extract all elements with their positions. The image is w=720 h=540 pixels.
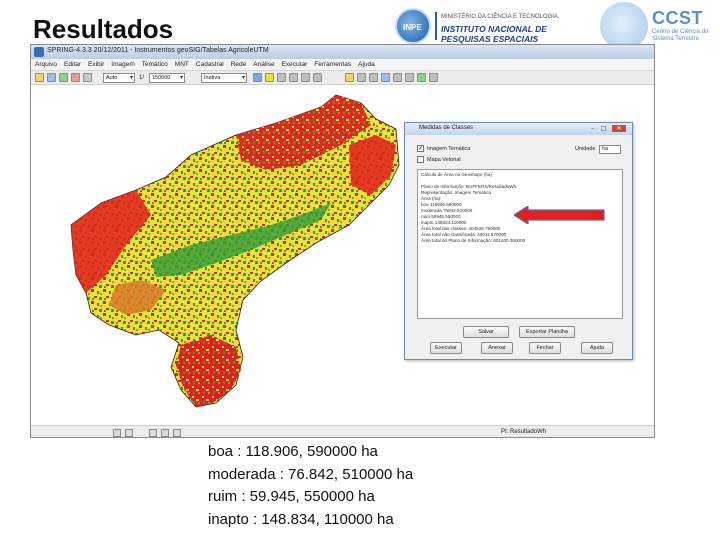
results-summary: boa : 118.906, 590000 ha moderada : 76.8… bbox=[208, 441, 413, 532]
maximize-icon[interactable]: □ bbox=[599, 125, 608, 132]
results-textbox[interactable]: Cálculo de Área no Geoshape (ha) Plano d… bbox=[417, 169, 623, 319]
status-icon-5[interactable] bbox=[173, 429, 181, 437]
slide: Resultados INPE MINISTÉRIO DA CIÊNCIA E … bbox=[0, 0, 720, 540]
result-inapto: inapto : 148.834, 110000 ha bbox=[208, 511, 394, 529]
ajuda-button[interactable]: Ajuda bbox=[581, 342, 613, 354]
select-icon[interactable] bbox=[393, 73, 402, 82]
mapa-vetorial-checkbox[interactable] bbox=[417, 156, 424, 163]
draw-icon[interactable] bbox=[265, 73, 274, 82]
menu-item-editar[interactable]: Editar bbox=[64, 59, 81, 70]
toolbar: Auto 1/ 150000 Inativa bbox=[31, 71, 654, 85]
menu-item-rede[interactable]: Rede bbox=[231, 59, 247, 70]
cursor-icon[interactable] bbox=[405, 73, 414, 82]
menu-item-tematico[interactable]: Temático bbox=[142, 59, 168, 70]
inpe-globe-icon: INPE bbox=[395, 8, 431, 44]
ccst-acronym: CCST bbox=[652, 8, 703, 28]
cursor-mode-select[interactable]: Inativa bbox=[201, 73, 247, 83]
mapa-vetorial-label: Mapa Vetorial bbox=[427, 157, 461, 163]
fechar-button[interactable]: Fechar bbox=[529, 342, 561, 354]
edit-icon[interactable] bbox=[345, 73, 354, 82]
status-icon-1[interactable] bbox=[113, 429, 121, 437]
menu-bar: Arquivo Editar Exibir Imagem Temático MN… bbox=[31, 59, 654, 71]
ccst-logo: CCST Centro de Ciência do Sistema Terres… bbox=[600, 2, 715, 50]
status-icon-4[interactable] bbox=[161, 429, 169, 437]
menu-item-exibir[interactable]: Exibir bbox=[88, 59, 104, 70]
grid-icon[interactable] bbox=[369, 73, 378, 82]
ccst-subtitle: Centro de Ciência do Sistema Terrestre bbox=[652, 29, 709, 42]
menu-item-cadastral[interactable]: Cadastral bbox=[196, 59, 224, 70]
measure-icon[interactable] bbox=[357, 73, 366, 82]
open-folder-icon[interactable] bbox=[35, 73, 44, 82]
left-arrow-icon bbox=[514, 206, 605, 224]
project-icon[interactable] bbox=[59, 73, 68, 82]
info-icon[interactable] bbox=[253, 73, 262, 82]
anexar-button[interactable]: Anexar bbox=[481, 342, 513, 354]
medidas-de-classes-dialog: Medidas de Classes – □ ✕ ✓ Imagem Temáti… bbox=[404, 122, 633, 360]
map-zone-inapto-south bbox=[176, 335, 241, 407]
imagem-tematica-checkbox[interactable]: ✓ bbox=[417, 145, 424, 152]
legend-icon[interactable] bbox=[417, 73, 426, 82]
window-title-bar[interactable]: SPRING-4.3.3 20/12/2011 - Instrumentos g… bbox=[31, 45, 654, 59]
inpe-logo: INPE MINISTÉRIO DA CIÊNCIA E TECNOLOGIA … bbox=[395, 6, 595, 46]
menu-item-executar[interactable]: Executar bbox=[282, 59, 308, 70]
pan-icon[interactable] bbox=[301, 73, 310, 82]
menu-item-analise[interactable]: Análise bbox=[253, 59, 274, 70]
database-icon[interactable] bbox=[47, 73, 56, 82]
executar-button[interactable]: Executar bbox=[430, 342, 462, 354]
dialog-title: Medidas de Classes bbox=[419, 125, 474, 131]
result-boa: boa : 118.906, 590000 ha bbox=[208, 443, 378, 460]
inpe-institute-text: INSTITUTO NACIONAL DE PESQUISAS ESPACIAI… bbox=[441, 24, 547, 44]
menu-item-mnt[interactable]: MNT bbox=[175, 59, 189, 70]
status-icon-2[interactable] bbox=[125, 429, 133, 437]
menu-item-arquivo[interactable]: Arquivo bbox=[35, 59, 57, 70]
scale-prefix: 1/ bbox=[139, 75, 145, 81]
menu-item-ajuda[interactable]: Ajuda bbox=[358, 59, 375, 70]
minimize-icon[interactable]: – bbox=[588, 125, 597, 132]
status-icon-3[interactable] bbox=[149, 429, 157, 437]
refresh-icon[interactable] bbox=[313, 73, 322, 82]
inpe-globe-text: INPE bbox=[403, 23, 422, 32]
zoom-in-icon[interactable] bbox=[277, 73, 286, 82]
imagem-tematica-label: Imagem Temática bbox=[427, 146, 471, 152]
status-text: PI: ResultadoWh bbox=[501, 429, 547, 435]
layer-icon[interactable] bbox=[71, 73, 80, 82]
menu-item-imagem[interactable]: Imagem bbox=[111, 59, 134, 70]
logo-divider bbox=[435, 12, 437, 40]
status-bar: PI: ResultadoWh bbox=[31, 425, 654, 437]
table-icon[interactable] bbox=[381, 73, 390, 82]
result-line: Área total do Plano de Informação: 80140… bbox=[421, 238, 526, 243]
unit-select[interactable]: ha bbox=[599, 145, 621, 154]
app-icon bbox=[34, 47, 44, 57]
salvar-button[interactable]: Salvar bbox=[463, 326, 509, 338]
print-icon[interactable] bbox=[83, 73, 92, 82]
help-icon[interactable] bbox=[429, 73, 438, 82]
map-zone-inapto-east bbox=[349, 135, 396, 195]
zoom-out-icon[interactable] bbox=[289, 73, 298, 82]
inpe-ministry-text: MINISTÉRIO DA CIÊNCIA E TECNOLOGIA bbox=[441, 14, 558, 20]
page-title: Resultados bbox=[33, 14, 174, 44]
window-title: SPRING-4.3.3 20/12/2011 - Instrumentos g… bbox=[47, 47, 269, 54]
menu-item-ferramentas[interactable]: Ferramentas bbox=[314, 59, 351, 70]
ccst-globe-icon bbox=[600, 2, 648, 50]
result-ruim: ruim : 59.945, 550000 ha bbox=[208, 488, 375, 506]
dialog-title-bar[interactable]: Medidas de Classes – □ ✕ bbox=[405, 123, 632, 135]
unit-label: Unidade bbox=[575, 146, 596, 152]
display-mode-select[interactable]: Auto bbox=[103, 73, 135, 83]
close-icon[interactable]: ✕ bbox=[612, 125, 626, 132]
exportar-planilha-button[interactable]: Exportar Planilha bbox=[519, 326, 575, 338]
scale-select[interactable]: 150000 bbox=[149, 73, 185, 83]
result-moderada: moderada : 76.842, 510000 ha bbox=[208, 465, 414, 483]
